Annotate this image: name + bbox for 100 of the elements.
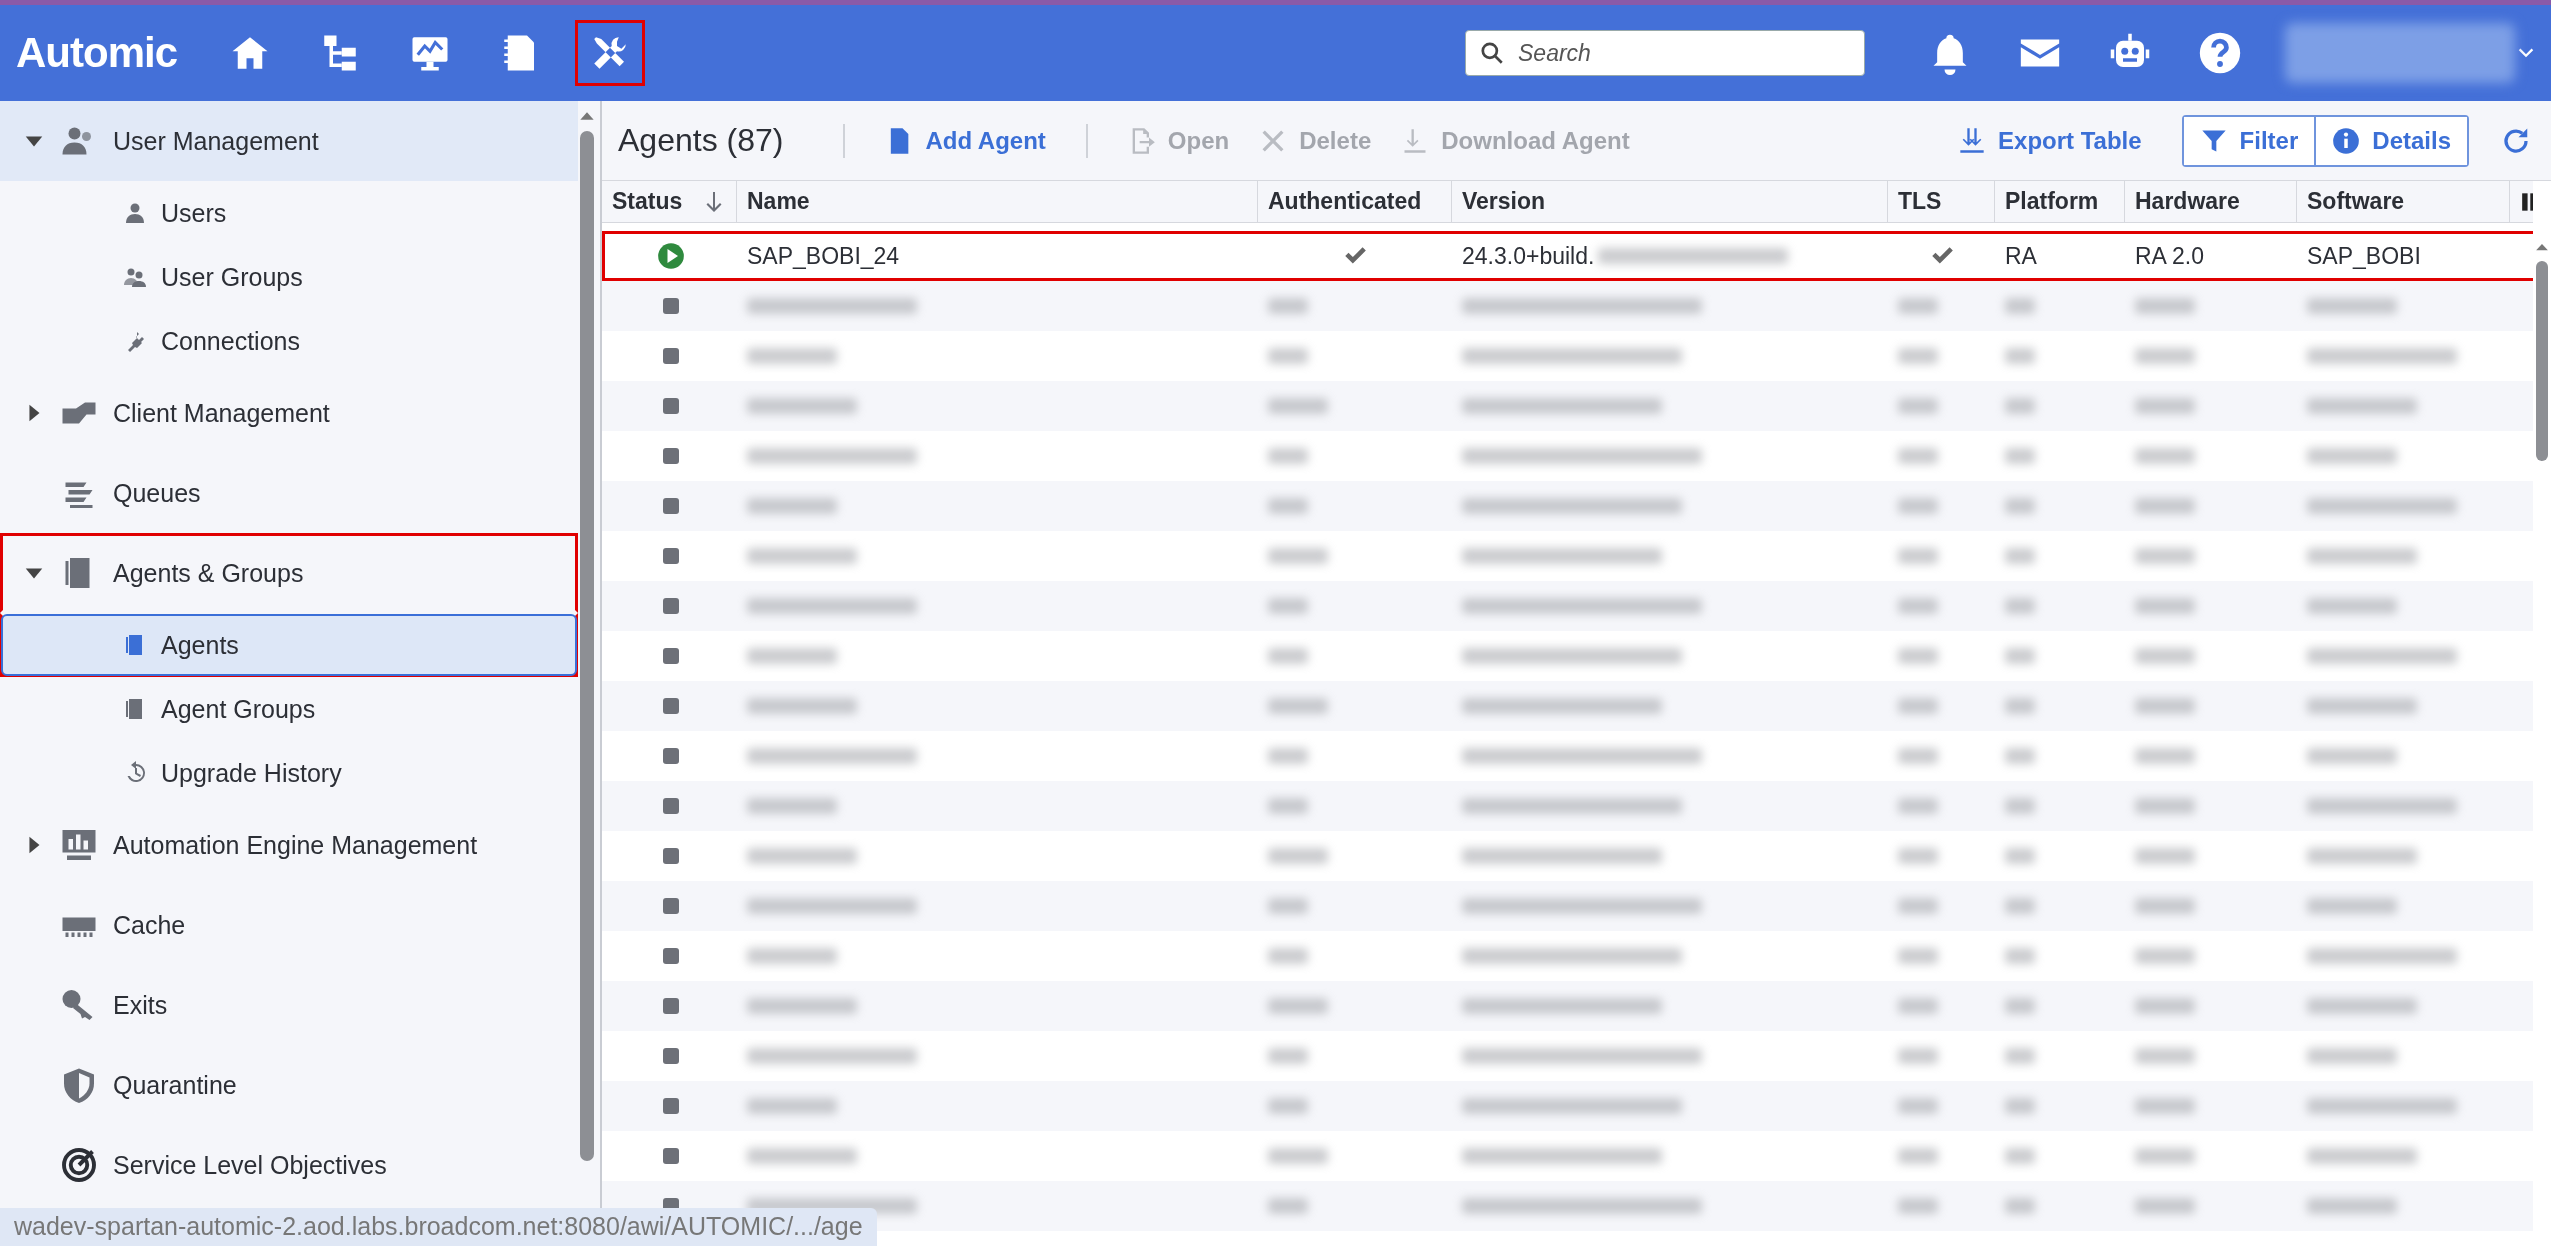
column-header[interactable]: Software bbox=[2297, 181, 2510, 223]
column-header[interactable]: Name bbox=[737, 181, 1258, 223]
redacted-text bbox=[2005, 298, 2035, 314]
redacted-text bbox=[2135, 298, 2195, 314]
sidebar-item[interactable]: Users bbox=[0, 181, 578, 245]
redacted-text bbox=[2005, 898, 2035, 914]
table-row[interactable]: SAP_BOBI_24 24.3.0+build. RA RA 2.0 SAP_BOBI bbox=[602, 231, 2533, 281]
redacted-text bbox=[2005, 998, 2035, 1014]
sidebar-item[interactable]: Agents bbox=[0, 613, 578, 677]
redacted-text bbox=[2135, 548, 2195, 564]
redacted-text bbox=[2135, 748, 2195, 764]
column-header[interactable]: Authenticated bbox=[1258, 181, 1452, 223]
redacted-text bbox=[1268, 548, 1328, 564]
redacted-text bbox=[2135, 1098, 2195, 1114]
redacted-text bbox=[2135, 648, 2195, 664]
redacted-text bbox=[2135, 348, 2195, 364]
column-header[interactable]: Hardware bbox=[2125, 181, 2297, 223]
redacted-text bbox=[2005, 548, 2035, 564]
redacted-text bbox=[1898, 748, 1938, 764]
sidebar-item[interactable]: Upgrade History bbox=[0, 741, 578, 805]
redacted-text bbox=[1268, 498, 1308, 514]
redacted-text bbox=[1268, 848, 1328, 864]
redacted-text bbox=[2005, 498, 2035, 514]
redacted-text bbox=[1898, 398, 1938, 414]
link-url-tooltip: wadev-spartan-automic-2.aod.labs.broadcom.net:8080/awi/AUTOMIC/.../age bbox=[0, 1208, 877, 1246]
redacted-text bbox=[2005, 448, 2035, 464]
redacted-text bbox=[2005, 398, 2035, 414]
sidebar-item[interactable]: Connections bbox=[0, 309, 578, 373]
redacted-text bbox=[2135, 598, 2195, 614]
table-cell: SAP_BOBI bbox=[2307, 242, 2421, 270]
redacted-text bbox=[1268, 1098, 1308, 1114]
redacted-text bbox=[1898, 898, 1938, 914]
redacted-text bbox=[2135, 1148, 2195, 1164]
redacted-text bbox=[1268, 598, 1308, 614]
sidebar-item[interactable]: Client Management bbox=[0, 373, 578, 453]
toolbar-button[interactable]: Add Agent bbox=[875, 120, 1056, 161]
redacted-text bbox=[1268, 1198, 1308, 1214]
info-icon bbox=[2332, 126, 2361, 155]
redacted-text bbox=[1898, 648, 1938, 664]
redacted-text bbox=[1898, 948, 1938, 964]
redacted-text bbox=[1268, 1148, 1328, 1164]
sidebar-item[interactable]: Queues bbox=[0, 453, 578, 533]
page-title: Agents (87) bbox=[618, 122, 784, 159]
redacted-text bbox=[2135, 798, 2195, 814]
redacted-text bbox=[1898, 998, 1938, 1014]
redacted-text bbox=[1268, 448, 1308, 464]
redacted-text bbox=[2005, 798, 2035, 814]
redacted-text bbox=[2135, 448, 2195, 464]
nav-button[interactable] bbox=[575, 20, 645, 86]
column-header[interactable]: Status bbox=[602, 181, 737, 223]
redacted-text bbox=[1898, 1148, 1938, 1164]
column-header[interactable]: Platform bbox=[1995, 181, 2125, 223]
redacted-text bbox=[1898, 448, 1938, 464]
redacted-text bbox=[2005, 598, 2035, 614]
redacted-text bbox=[1898, 1098, 1938, 1114]
redacted-text bbox=[1268, 898, 1308, 914]
toggle-button[interactable]: Filter bbox=[2183, 116, 2315, 165]
table-cell: 24.3.0+build. bbox=[1462, 242, 1595, 270]
sidebar-item[interactable]: Exits bbox=[0, 965, 578, 1045]
redacted-text bbox=[1268, 398, 1328, 414]
scrollbar-thumb[interactable] bbox=[2536, 261, 2548, 461]
redacted-text bbox=[2135, 848, 2195, 864]
redacted-text bbox=[1268, 1048, 1308, 1064]
search-icon bbox=[1479, 40, 1505, 66]
redacted-text bbox=[2005, 1148, 2035, 1164]
table-cell: SAP_BOBI_24 bbox=[747, 242, 900, 270]
redacted-text bbox=[1268, 348, 1308, 364]
sidebar-item[interactable]: Quarantine bbox=[0, 1045, 578, 1125]
sidebar-item[interactable]: Agent Groups bbox=[0, 677, 578, 741]
sidebar-item[interactable]: User Management bbox=[0, 101, 578, 181]
redacted-text bbox=[1898, 1048, 1938, 1064]
monitor-chart-icon bbox=[61, 827, 97, 863]
sidebar-item[interactable]: Service Level Objectives bbox=[0, 1125, 578, 1205]
redacted-text bbox=[2135, 1198, 2195, 1214]
redacted-text bbox=[2135, 398, 2195, 414]
toggle-button[interactable]: Details bbox=[2314, 116, 2467, 165]
redacted-text bbox=[1268, 748, 1308, 764]
column-header[interactable]: Version bbox=[1452, 181, 1888, 223]
redacted-text bbox=[1898, 498, 1938, 514]
redacted-text bbox=[2135, 998, 2195, 1014]
toolbar-button[interactable]: Export Table bbox=[1948, 120, 2152, 161]
redacted-text bbox=[1898, 1198, 1938, 1214]
redacted-text bbox=[2005, 1098, 2035, 1114]
redacted-text bbox=[1898, 848, 1938, 864]
help-icon bbox=[2198, 31, 2242, 75]
sidebar-item[interactable]: User Groups bbox=[0, 245, 578, 309]
redacted-text bbox=[1898, 548, 1938, 564]
sidebar-item[interactable]: Cache bbox=[0, 885, 578, 965]
search-field[interactable]: Search bbox=[1465, 30, 1865, 76]
user-icon bbox=[123, 201, 147, 225]
download-icon bbox=[1958, 126, 1987, 155]
redacted-text bbox=[1268, 698, 1328, 714]
scrollbar-thumb[interactable] bbox=[580, 131, 594, 1161]
column-header[interactable]: TLS bbox=[1888, 181, 1995, 223]
redacted-text bbox=[2005, 348, 2035, 364]
redacted-text bbox=[1268, 648, 1308, 664]
sidebar-item[interactable]: Automation Engine Management bbox=[0, 805, 578, 885]
redacted-text bbox=[1898, 598, 1938, 614]
table-cell: RA bbox=[2005, 242, 2037, 270]
redacted-text bbox=[1898, 348, 1938, 364]
